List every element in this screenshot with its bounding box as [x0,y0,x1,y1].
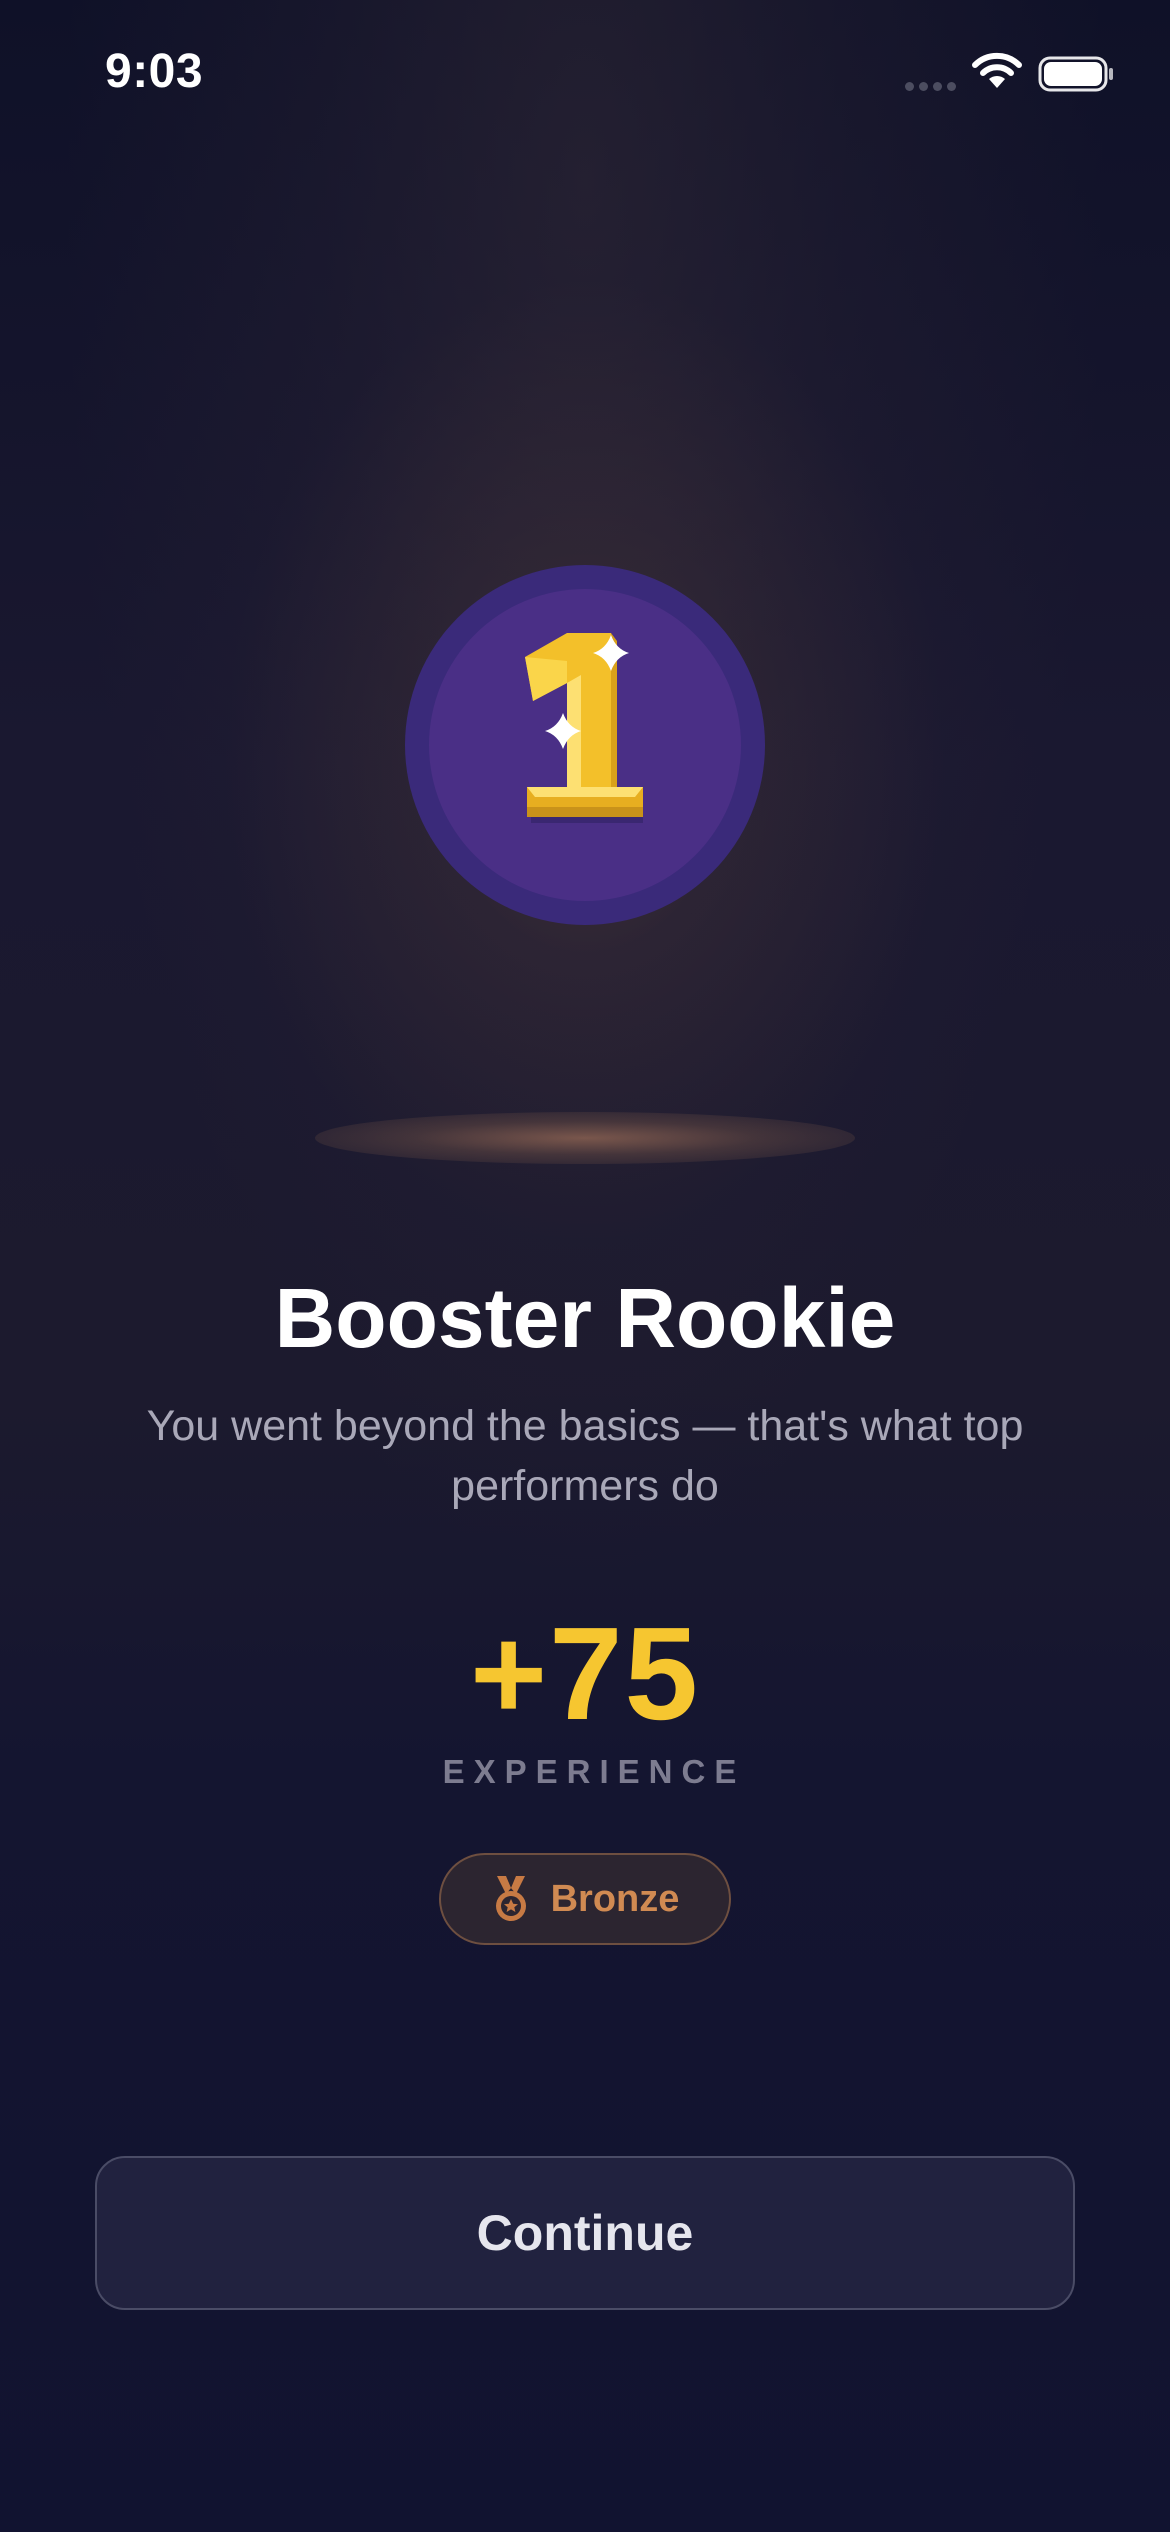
podium-glow [315,1112,855,1164]
achievement-description: You went beyond the basics — that's what… [146,1402,1024,1510]
continue-button[interactable]: Continue [95,2156,1075,2310]
tier-label: Bronze [550,1877,680,1920]
xp-reward-label: EXPERIENCE [442,1753,746,1790]
status-time: 9:03 [105,45,204,98]
xp-reward-value: +75 [470,1600,700,1747]
cellular-signal-icon [905,82,956,91]
wifi-icon [972,52,1022,88]
status-bar: 9:03 [0,0,1170,150]
number-one-trophy-icon [405,565,765,925]
achievement-screen: 9:03 Booster Rookie You went beyond the … [0,0,1170,2532]
bronze-medal-icon [495,1876,526,1921]
battery-icon [1038,56,1113,92]
achievement-title: Booster Rookie [274,1271,896,1365]
tier-badge: Bronze [439,1853,731,1945]
